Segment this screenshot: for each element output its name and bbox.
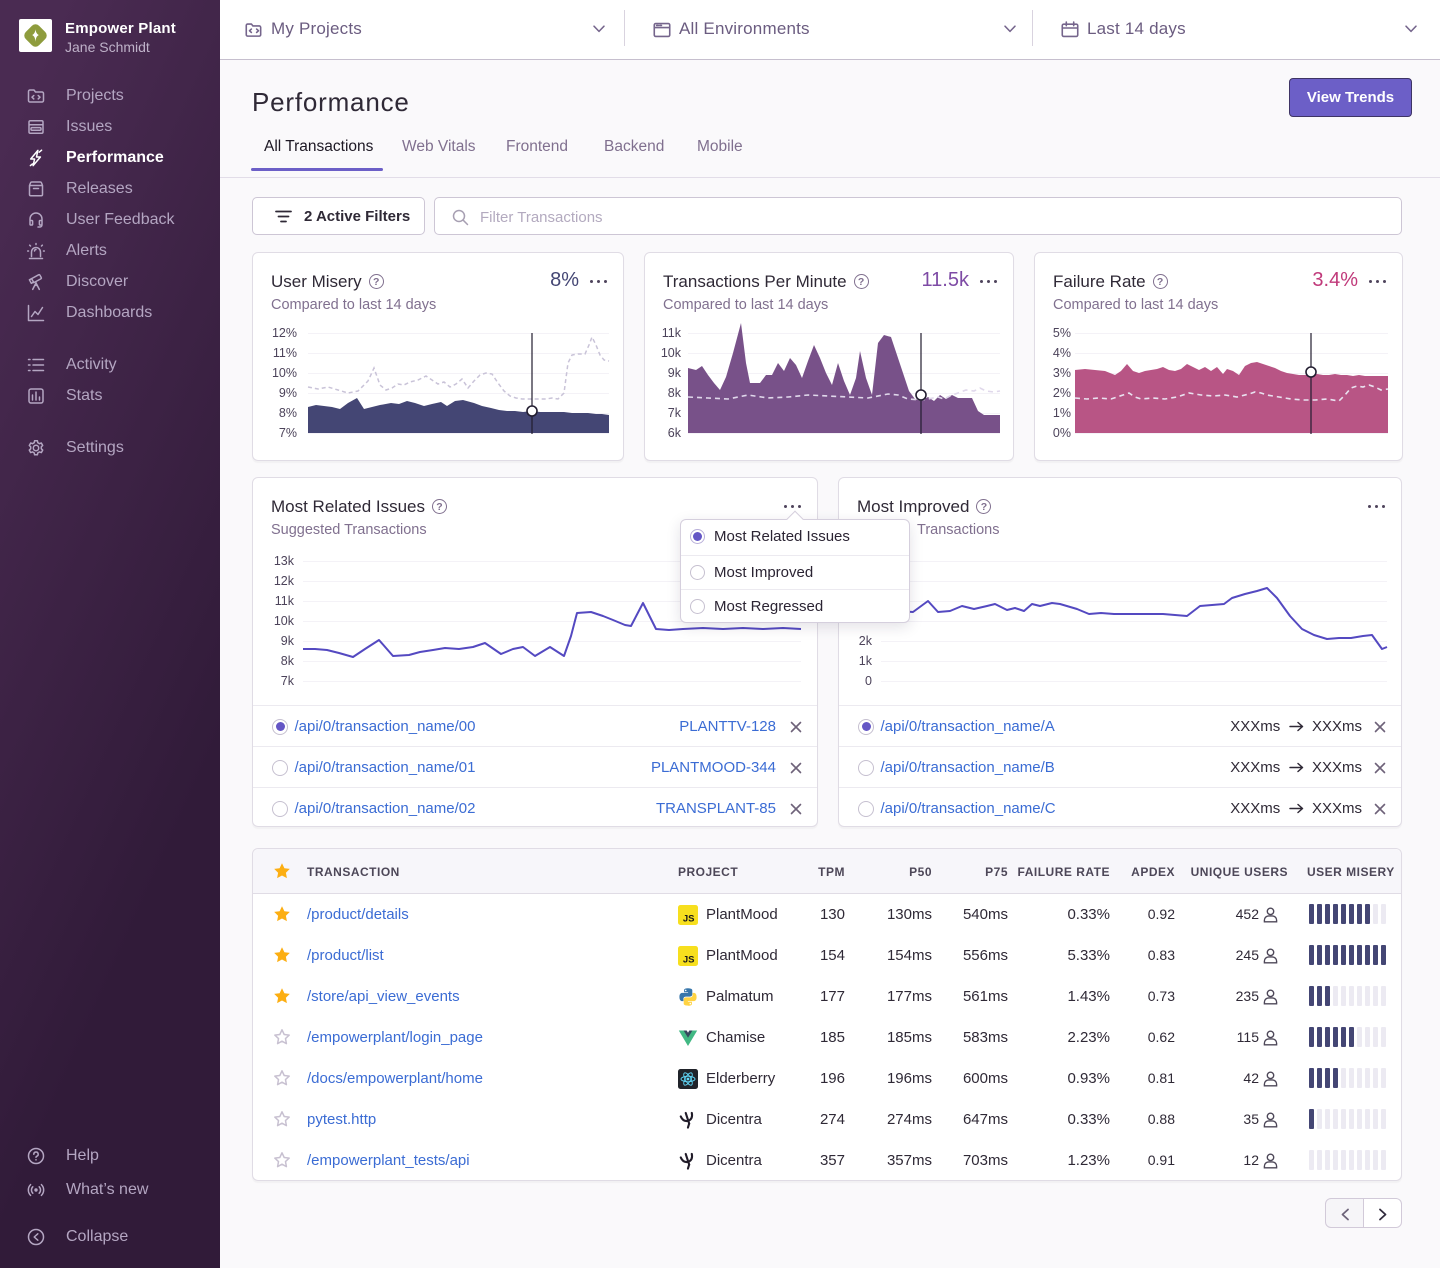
- svg-text:JS: JS: [683, 955, 695, 966]
- svg-text:JS: JS: [683, 914, 695, 925]
